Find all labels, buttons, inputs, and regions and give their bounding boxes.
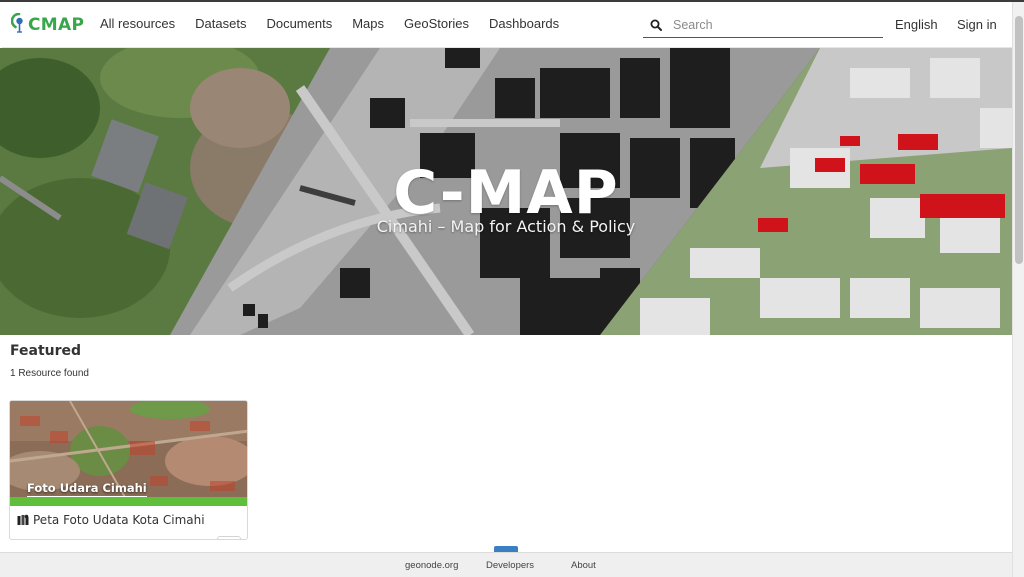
nav-documents[interactable]: Documents	[266, 16, 332, 31]
nav-all-resources[interactable]: All resources	[100, 16, 175, 31]
top-navbar: CMAP All resources Datasets Documents Ma…	[2, 2, 1012, 48]
search-input[interactable]	[673, 18, 873, 32]
footer-link-geonode[interactable]: geonode.org	[405, 560, 458, 571]
resource-card[interactable]: Foto Udara Cimahi Peta Foto Udata Kota C…	[9, 400, 248, 540]
map-icon	[17, 514, 29, 525]
brand-logo[interactable]: CMAP	[11, 12, 84, 38]
page-scrollbar[interactable]	[1012, 2, 1024, 577]
logo-pin-icon	[11, 13, 23, 33]
nav-geostories[interactable]: GeoStories	[404, 16, 469, 31]
footer-link-developers[interactable]: Developers	[486, 560, 534, 571]
search-icon[interactable]	[650, 19, 662, 31]
featured-heading: Featured	[10, 343, 82, 359]
nav-maps[interactable]: Maps	[352, 16, 384, 31]
card-title-row[interactable]: Peta Foto Udata Kota Cimahi	[17, 513, 205, 527]
card-thumbnail-label: Foto Udara Cimahi	[27, 481, 147, 497]
scrollbar-thumb[interactable]	[1015, 16, 1023, 264]
card-options-button[interactable]	[217, 536, 241, 539]
language-selector[interactable]: English	[895, 17, 938, 32]
hero-subtitle: Cimahi – Map for Action & Policy	[376, 217, 636, 236]
nav-datasets[interactable]: Datasets	[195, 16, 246, 31]
search-bar	[643, 13, 883, 38]
hero-banner: C-MAP Cimahi – Map for Action & Policy	[0, 48, 1012, 335]
main-nav: All resources Datasets Documents Maps Ge…	[100, 16, 579, 31]
logo-text: CMAP	[28, 15, 85, 35]
footer-link-about[interactable]: About	[571, 560, 596, 571]
card-title[interactable]: Peta Foto Udata Kota Cimahi	[33, 513, 205, 527]
sign-in-link[interactable]: Sign in	[957, 17, 997, 32]
card-thumbnail[interactable]: Foto Udara Cimahi	[10, 401, 247, 506]
card-thumbnail-band	[10, 497, 247, 506]
nav-dashboards[interactable]: Dashboards	[489, 16, 559, 31]
footer: geonode.org Developers About	[0, 552, 1012, 577]
resource-count: 1 Resource found	[10, 368, 89, 379]
